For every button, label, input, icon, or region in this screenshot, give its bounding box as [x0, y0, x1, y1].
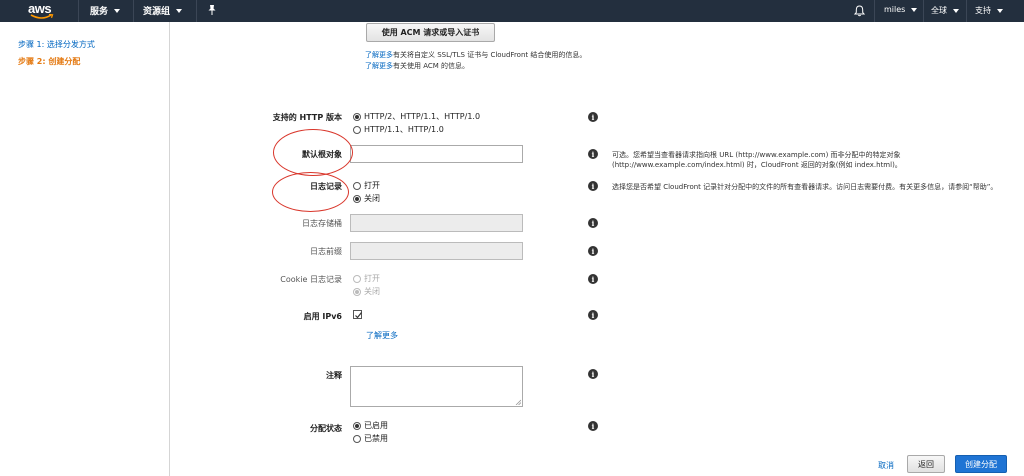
info-icon[interactable]: i [588, 181, 598, 191]
info-icon[interactable]: i [588, 246, 598, 256]
learn-more-ssl-link[interactable]: 了解更多 [365, 51, 393, 59]
chevron-down-icon [114, 8, 121, 13]
log-prefix-label: 日志前缀 [310, 247, 342, 256]
state-disabled-radio[interactable] [353, 434, 361, 443]
chevron-down-icon [176, 8, 183, 13]
logging-on-option[interactable]: 打开 [353, 180, 380, 191]
annotation-circle-logging [272, 172, 349, 212]
aws-logo[interactable]: aws [28, 1, 58, 21]
ssl-help-desc: 有关将自定义 SSL/TLS 证书与 CloudFront 结合使用的信息。 [393, 51, 587, 59]
log-bucket-input [350, 214, 523, 232]
http-option-all-label: HTTP/2、HTTP/1.1、HTTP/1.0 [364, 112, 481, 121]
ipv6-learn-more-link[interactable]: 了解更多 [366, 330, 398, 341]
user-menu[interactable]: miles [884, 5, 918, 14]
services-label: 服务 [90, 7, 109, 17]
nav-separator [78, 0, 79, 22]
chevron-down-icon [911, 7, 918, 12]
logging-on-radio[interactable] [353, 181, 361, 190]
info-icon[interactable]: i [588, 218, 598, 228]
nav-separator [923, 0, 924, 22]
cookie-on-option: 打开 [353, 273, 380, 284]
logging-on-label: 打开 [364, 181, 380, 190]
http-option-all[interactable]: HTTP/2、HTTP/1.1、HTTP/1.0 [353, 111, 480, 122]
user-name: miles [884, 5, 906, 14]
info-icon[interactable]: i [588, 369, 598, 379]
learn-more-acm-link[interactable]: 了解更多 [365, 62, 393, 70]
distribution-state-label: 分配状态 [310, 424, 342, 433]
info-icon[interactable]: i [588, 310, 598, 320]
support-menu[interactable]: 支持 [975, 5, 1003, 16]
log-prefix-input [350, 242, 523, 260]
sidebar-step-1[interactable]: 步骤 1: 选择分发方式 [18, 39, 95, 50]
acm-request-button[interactable]: 使用 ACM 请求或导入证书 [366, 23, 495, 42]
cookie-on-label: 打开 [364, 274, 380, 283]
info-icon[interactable]: i [588, 421, 598, 431]
comment-label: 注释 [326, 371, 342, 380]
ipv6-label: 启用 IPv6 [303, 312, 342, 321]
http-option-legacy-label: HTTP/1.1、HTTP/1.0 [364, 125, 444, 134]
cookie-off-label: 关闭 [364, 287, 380, 296]
http-option-legacy-radio[interactable] [353, 125, 361, 134]
resource-groups-menu[interactable]: 资源组 [143, 4, 183, 17]
wizard-sidebar: 步骤 1: 选择分发方式 步骤 2: 创建分配 [0, 22, 170, 476]
state-enabled-radio[interactable] [353, 421, 361, 430]
sidebar-step-2[interactable]: 步骤 2: 创建分配 [18, 56, 80, 67]
logging-off-option[interactable]: 关闭 [353, 193, 380, 204]
default-root-input[interactable] [350, 145, 523, 163]
http-version-label: 支持的 HTTP 版本 [272, 113, 342, 122]
info-icon[interactable]: i [588, 112, 598, 122]
top-nav: aws 服务 资源组 miles 全球 支持 [0, 0, 1024, 22]
state-enabled-option[interactable]: 已启用 [353, 420, 388, 431]
logging-off-label: 关闭 [364, 194, 380, 203]
aws-smile-icon [30, 14, 54, 19]
region-menu[interactable]: 全球 [931, 5, 959, 16]
cookie-logging-label: Cookie 日志记录 [280, 275, 342, 284]
cookie-on-radio [353, 274, 361, 283]
ipv6-checkbox[interactable] [353, 310, 362, 319]
logging-description: 选择您是否希望 CloudFront 记录针对分配中的文件的所有查看器请求。访问… [612, 183, 998, 191]
resize-grip-icon[interactable] [515, 399, 521, 405]
chevron-down-icon [953, 8, 959, 13]
nav-separator [133, 0, 134, 22]
nav-separator [874, 0, 875, 22]
acm-help-text: 了解更多有关使用 ACM 的信息。 [365, 61, 469, 71]
back-button[interactable]: 返回 [907, 455, 945, 473]
info-icon[interactable]: i [588, 149, 598, 159]
cookie-off-option: 关闭 [353, 286, 380, 297]
cancel-link[interactable]: 取消 [878, 460, 894, 471]
region-label: 全球 [931, 6, 947, 15]
ssl-help-text: 了解更多有关将自定义 SSL/TLS 证书与 CloudFront 结合使用的信… [365, 50, 586, 60]
bell-icon[interactable] [854, 5, 865, 17]
info-icon[interactable]: i [588, 274, 598, 284]
nav-separator [966, 0, 967, 22]
chevron-down-icon [997, 8, 1003, 13]
logging-off-radio[interactable] [353, 194, 361, 203]
create-distribution-button[interactable]: 创建分配 [955, 455, 1007, 473]
http-option-all-radio[interactable] [353, 112, 361, 121]
checkmark-icon [355, 312, 362, 319]
services-menu[interactable]: 服务 [90, 4, 121, 17]
pin-icon[interactable] [206, 4, 218, 16]
annotation-circle-root [273, 129, 353, 176]
cookie-off-radio [353, 287, 361, 296]
support-label: 支持 [975, 6, 991, 15]
log-bucket-label: 日志存储桶 [302, 219, 342, 228]
default-root-description: 可选。您希望当查看器请求指向根 URL (http://www.example.… [612, 151, 902, 169]
nav-separator [196, 0, 197, 22]
state-enabled-label: 已启用 [364, 421, 388, 430]
state-disabled-label: 已禁用 [364, 434, 388, 443]
http-option-legacy[interactable]: HTTP/1.1、HTTP/1.0 [353, 124, 444, 135]
acm-help-desc: 有关使用 ACM 的信息。 [393, 62, 470, 70]
resource-groups-label: 资源组 [143, 7, 171, 17]
comment-textarea[interactable] [350, 366, 523, 407]
state-disabled-option[interactable]: 已禁用 [353, 433, 388, 444]
